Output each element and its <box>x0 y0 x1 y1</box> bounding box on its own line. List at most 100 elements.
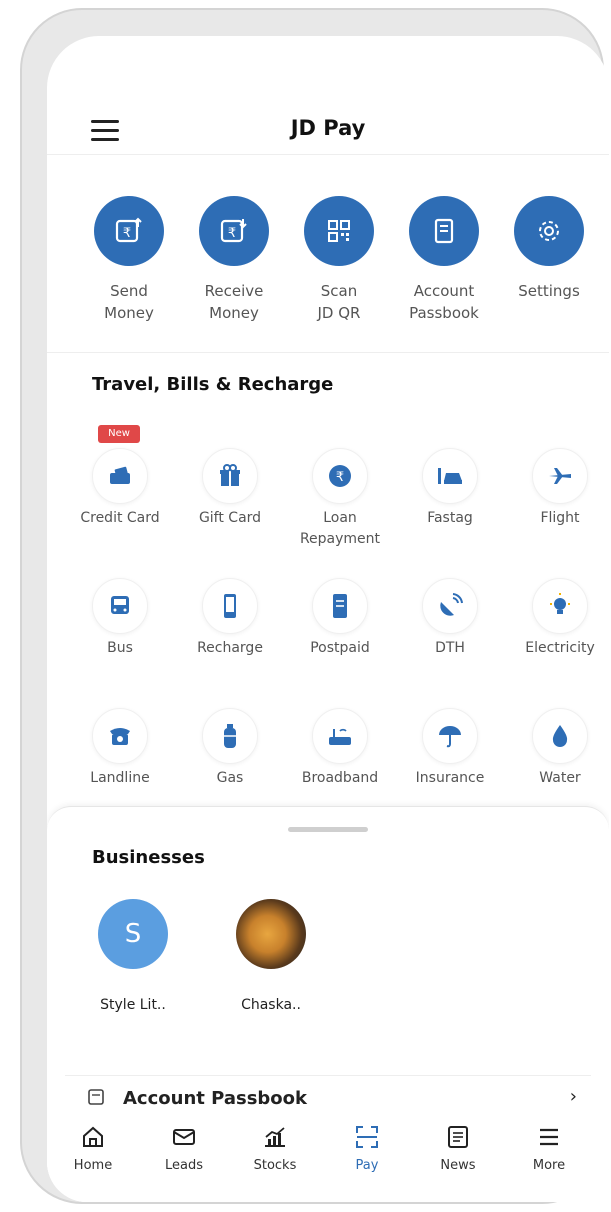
chevron-right-icon: › <box>569 1086 577 1107</box>
service-label: Gas <box>216 770 244 786</box>
bill-icon <box>312 578 368 634</box>
service-label: Landline <box>90 770 150 786</box>
service-bus[interactable]: Bus <box>65 578 175 659</box>
app-screen: JD Pay ₹ Send Money ₹ Receive Money Scan <box>47 36 609 1202</box>
settings-button[interactable]: Settings <box>497 196 601 302</box>
service-postpaid[interactable]: Postpaid <box>285 578 395 659</box>
satellite-dish-icon <box>422 578 478 634</box>
tab-leads[interactable]: Leads <box>144 1124 224 1173</box>
tab-home[interactable]: Home <box>53 1124 133 1173</box>
svg-text:₹: ₹ <box>228 226 236 241</box>
rupee-coin-icon: ₹ <box>312 448 368 504</box>
tab-more[interactable]: More <box>509 1124 589 1173</box>
service-broadband[interactable]: Broadband <box>285 708 395 789</box>
avatar: S <box>98 899 168 969</box>
service-dth[interactable]: DTH <box>395 578 505 659</box>
tab-label: Pay <box>355 1158 379 1173</box>
phone-frame: JD Pay ₹ Send Money ₹ Receive Money Scan <box>20 8 609 1204</box>
new-badge: New <box>98 425 140 443</box>
service-electricity[interactable]: Electricity <box>505 578 609 659</box>
service-label: Loan Repayment <box>299 510 381 547</box>
service-insurance[interactable]: Insurance <box>395 708 505 789</box>
gift-icon <box>202 448 258 504</box>
umbrella-icon <box>422 708 478 764</box>
account-passbook-row[interactable]: Account Passbook › <box>47 1084 609 1114</box>
service-water[interactable]: Water <box>505 708 609 789</box>
send-money-button[interactable]: ₹ Send Money <box>77 196 181 324</box>
mail-icon <box>173 1129 195 1145</box>
telephone-icon <box>92 708 148 764</box>
service-label: Electricity <box>525 640 595 656</box>
bus-icon <box>92 578 148 634</box>
service-label: Broadband <box>301 770 379 786</box>
page-title: JD Pay <box>290 116 366 140</box>
bottom-tab-bar: Home Leads Stocks Pay News More <box>47 1114 609 1202</box>
tab-stocks[interactable]: Stocks <box>235 1124 315 1173</box>
service-gift-card[interactable]: Gift Card <box>175 448 285 529</box>
service-label: Credit Card <box>80 510 160 526</box>
receive-money-button[interactable]: ₹ Receive Money <box>182 196 286 324</box>
settings-label: Settings <box>518 282 580 300</box>
service-credit-card[interactable]: Credit Card <box>65 448 175 529</box>
service-label: Bus <box>107 640 133 656</box>
tab-label: Leads <box>164 1158 203 1173</box>
credit-card-icon <box>92 448 148 504</box>
divider <box>65 1075 591 1076</box>
service-label: Insurance <box>415 770 485 786</box>
drag-handle[interactable] <box>288 827 368 832</box>
service-fastag[interactable]: Fastag <box>395 448 505 529</box>
more-menu-icon <box>540 1128 558 1146</box>
tab-label: More <box>532 1158 566 1173</box>
service-label: Postpaid <box>310 640 370 656</box>
home-icon <box>83 1126 103 1147</box>
scan-jd-qr-label: Scan JD QR <box>317 282 361 322</box>
service-recharge[interactable]: Recharge <box>175 578 285 659</box>
tab-label: News <box>440 1158 476 1173</box>
tab-news[interactable]: News <box>418 1124 498 1173</box>
passbook-row-label: Account Passbook <box>123 1088 308 1109</box>
tab-label: Home <box>73 1158 113 1173</box>
account-passbook-button[interactable]: Account Passbook <box>392 196 496 324</box>
account-passbook-label: Account Passbook <box>409 282 479 322</box>
business-name: Style Lit.. <box>100 997 166 1013</box>
bulb-icon <box>532 578 588 634</box>
airplane-icon <box>532 448 588 504</box>
travel-section-title: Travel, Bills & Recharge <box>92 374 334 395</box>
service-label: Recharge <box>197 640 263 656</box>
business-item[interactable]: S Style Lit.. <box>78 899 188 1013</box>
send-money-label: Send Money <box>104 282 154 322</box>
service-landline[interactable]: Landline <box>65 708 175 789</box>
service-label: Gift Card <box>198 510 262 526</box>
service-gas[interactable]: Gas <box>175 708 285 789</box>
news-icon <box>448 1126 468 1148</box>
business-name: Chaska.. <box>241 997 301 1013</box>
service-loan-repayment[interactable]: ₹ Loan Repayment <box>285 448 395 550</box>
receive-money-icon: ₹ <box>199 196 269 266</box>
water-drop-icon <box>532 708 588 764</box>
business-item[interactable]: Chaska.. <box>216 899 326 1013</box>
car-tag-icon <box>422 448 478 504</box>
app-header: JD Pay <box>47 36 609 155</box>
tab-pay[interactable]: Pay <box>327 1124 407 1173</box>
stocks-chart-icon <box>265 1127 285 1147</box>
tab-label: Stocks <box>253 1158 297 1173</box>
service-label: DTH <box>435 640 465 656</box>
passbook-icon <box>87 1088 105 1110</box>
router-icon <box>312 708 368 764</box>
quick-actions-row: ₹ Send Money ₹ Receive Money Scan JD QR <box>47 182 609 353</box>
svg-text:₹: ₹ <box>123 226 131 241</box>
service-label: Fastag <box>427 510 473 526</box>
receive-money-label: Receive Money <box>204 282 264 322</box>
qr-scan-icon <box>304 196 374 266</box>
service-label: Flight <box>540 510 580 526</box>
passbook-icon <box>409 196 479 266</box>
gear-icon <box>514 196 584 266</box>
service-flight[interactable]: Flight <box>505 448 609 529</box>
send-money-icon: ₹ <box>94 196 164 266</box>
scan-jd-qr-button[interactable]: Scan JD QR <box>287 196 391 324</box>
business-avatar-image <box>236 899 306 969</box>
businesses-title: Businesses <box>92 847 205 868</box>
gas-cylinder-icon <box>202 708 258 764</box>
mobile-icon <box>202 578 258 634</box>
scan-icon <box>356 1126 378 1148</box>
